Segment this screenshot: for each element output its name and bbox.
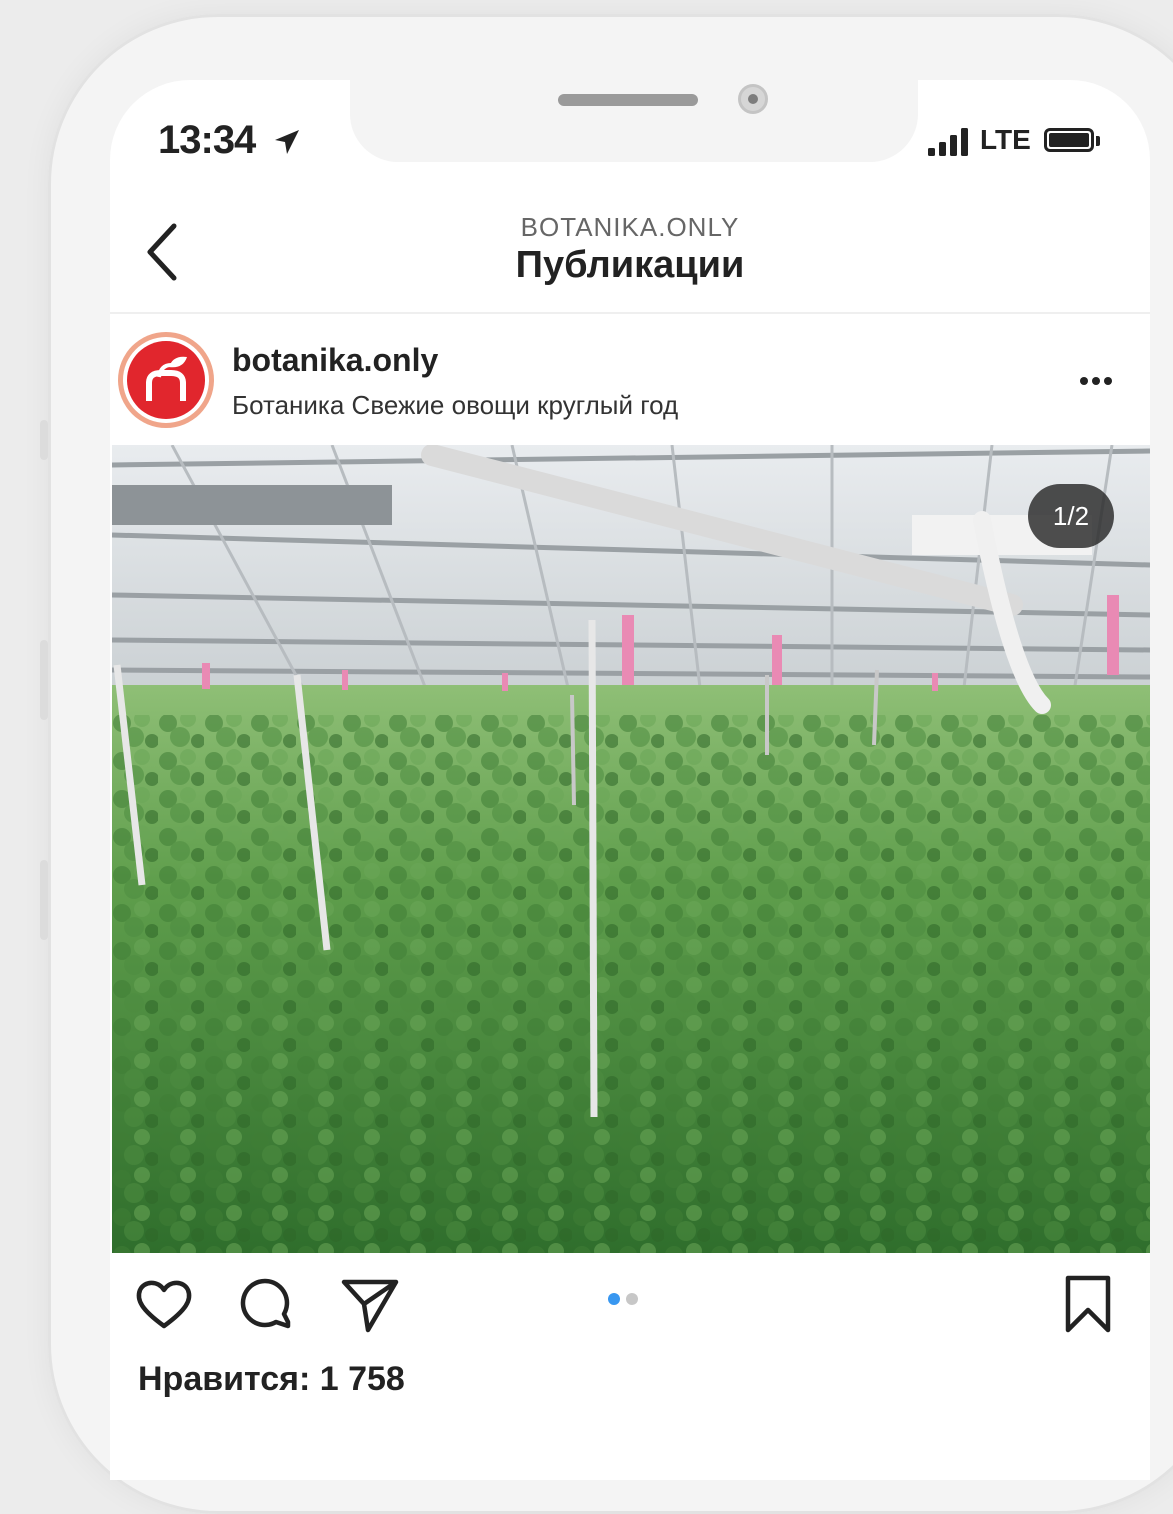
post-username[interactable]: botanika.only	[232, 342, 438, 379]
leaf-logo-icon	[146, 356, 187, 401]
bookmark-icon[interactable]	[1060, 1272, 1116, 1336]
battery-cap	[1096, 136, 1100, 146]
likes-count[interactable]: Нравится: 1 758	[138, 1360, 405, 1399]
phone-side-button-top	[40, 420, 48, 460]
speaker-grille	[558, 94, 698, 106]
carousel-dot	[626, 1293, 638, 1305]
front-camera	[738, 84, 768, 114]
brand-logo-icon	[127, 341, 205, 419]
location-arrow-icon	[275, 130, 299, 154]
image-counter: 1/2	[1028, 484, 1114, 548]
phone-side-button-bottom	[40, 860, 48, 940]
heart-icon[interactable]	[132, 1272, 196, 1336]
account-name: BOTANIKA.ONLY	[520, 212, 740, 242]
post-photo[interactable]	[112, 445, 1150, 1253]
send-icon[interactable]	[338, 1272, 402, 1336]
avatar[interactable]	[118, 332, 214, 428]
battery-icon	[1044, 128, 1094, 152]
carousel-indicator	[608, 1292, 644, 1310]
network-label: LTE	[980, 124, 1031, 155]
header-divider	[110, 312, 1150, 314]
post-location[interactable]: Ботаника Свежие овощи круглый год	[232, 390, 678, 421]
status-time: 13:34	[158, 118, 256, 162]
comment-icon[interactable]	[236, 1272, 300, 1336]
avatar-ring	[123, 337, 209, 423]
phone-screen: 13:34 LTE BOTANIKA.ONLY Публикации botan…	[110, 80, 1150, 1480]
phone-side-button-middle	[40, 640, 48, 720]
page-title: Публикации	[515, 244, 745, 286]
carousel-dot-active	[608, 1293, 620, 1305]
phone-notch	[350, 70, 918, 162]
battery-level	[1049, 133, 1089, 147]
signal-icon	[928, 128, 968, 156]
more-icon[interactable]	[1076, 374, 1116, 388]
